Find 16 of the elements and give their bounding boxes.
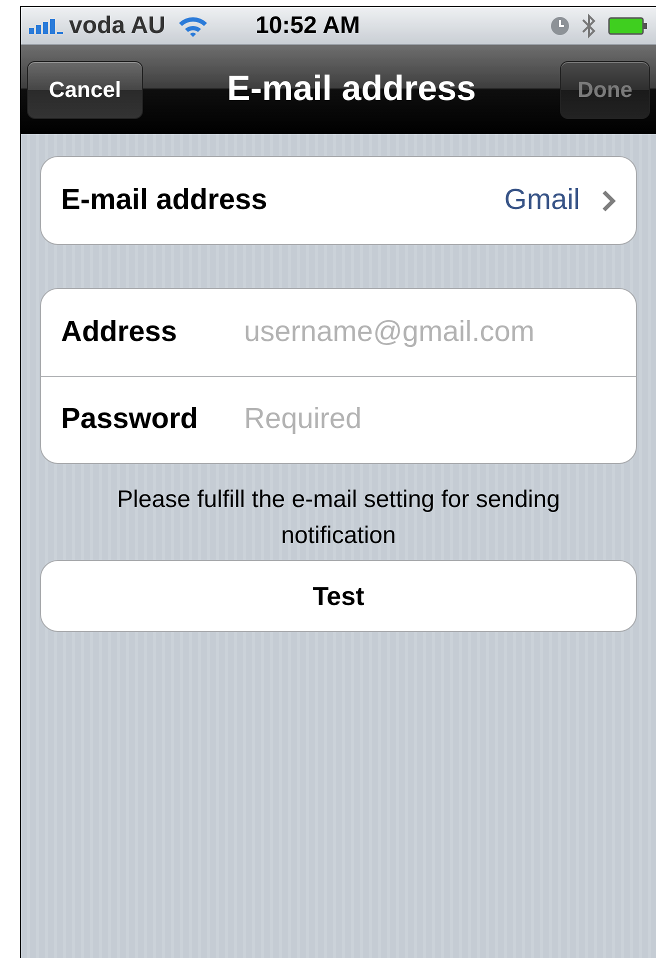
- account-value: Gmail: [504, 182, 580, 218]
- battery-icon: [608, 16, 648, 36]
- hint-text: Please fulfill the e-mail setting for sending notification: [116, 485, 561, 551]
- account-type-row[interactable]: E-mail address Gmail: [40, 156, 637, 245]
- alarm-clock-icon: [550, 16, 570, 36]
- bluetooth-icon: [582, 12, 596, 38]
- clock-time: 10:52 AM: [255, 10, 360, 40]
- signal-icon: [29, 18, 65, 34]
- row-label: E-mail address: [61, 182, 268, 218]
- test-button[interactable]: Test: [40, 560, 637, 632]
- cancel-button[interactable]: Cancel: [27, 60, 143, 118]
- screen-title: E-mail address: [227, 68, 476, 110]
- carrier-name: voda AU: [69, 10, 166, 40]
- field-label: Address: [61, 314, 178, 350]
- chevron-icon: [602, 190, 616, 212]
- field-label: Password: [61, 402, 199, 438]
